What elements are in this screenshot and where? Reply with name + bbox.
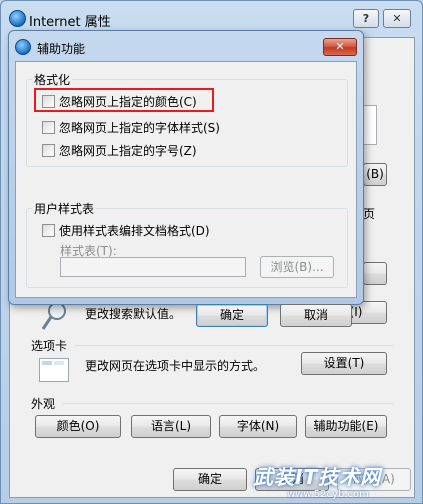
tabs-settings-button[interactable]: 设置(T) (301, 352, 387, 375)
dialog-ie-icon (15, 39, 31, 55)
appearance-section-label: 外观 (31, 397, 56, 411)
accessibility-dialog: 辅助功能 ✕ 格式化 忽略网页上指定的颜色(C) 忽略网页上指定的字体样式(S)… (8, 30, 364, 327)
use-stylesheet-checkbox[interactable] (42, 224, 55, 237)
ignore-colors-label[interactable]: 忽略网页上指定的颜色(C) (59, 93, 197, 110)
help-button[interactable]: ? (353, 9, 379, 28)
browse-button[interactable]: 浏览(B)... (260, 256, 334, 278)
colors-button[interactable]: 颜色(O) (35, 415, 121, 438)
appearance-section-divider (63, 403, 393, 404)
fonts-button[interactable]: 字体(N) (219, 415, 297, 438)
dialog-client-area: 格式化 忽略网页上指定的颜色(C) 忽略网页上指定的字体样式(S) 忽略网页上指… (15, 61, 357, 327)
formatting-group-title: 格式化 (32, 71, 73, 88)
ignore-colors-checkbox[interactable] (42, 95, 55, 108)
use-stylesheet-label[interactable]: 使用样式表编排文档格式(D) (59, 222, 210, 239)
ignore-font-sizes-label[interactable]: 忽略网页上指定的字号(Z) (59, 142, 197, 159)
search-description: 更改搜索默认值。 (85, 307, 182, 321)
ignore-font-styles-label[interactable]: 忽略网页上指定的字体样式(S) (59, 119, 220, 136)
ignore-font-styles-option[interactable]: 忽略网页上指定的字体样式(S) (42, 119, 220, 136)
window-title: Internet 属性 (29, 15, 111, 30)
ignore-font-sizes-checkbox[interactable] (42, 144, 55, 157)
dialog-title: 辅助功能 (37, 42, 86, 56)
dialog-close-button[interactable]: ✕ (323, 38, 357, 56)
languages-button[interactable]: 语言(L) (131, 415, 211, 438)
accessibility-button[interactable]: 辅助功能(E) (305, 415, 387, 438)
dialog-cancel-button[interactable]: 取消 (280, 304, 352, 327)
tabs-section-label: 选项卡 (31, 339, 68, 353)
ignore-font-sizes-option[interactable]: 忽略网页上指定的字号(Z) (42, 142, 197, 159)
hidden-button-b[interactable]: (B) (363, 163, 387, 186)
ignore-colors-option[interactable]: 忽略网页上指定的颜色(C) (42, 93, 197, 110)
use-stylesheet-option[interactable]: 使用样式表编排文档格式(D) (42, 222, 210, 239)
dialog-ok-button[interactable]: 确定 (196, 304, 268, 327)
ignore-font-styles-checkbox[interactable] (42, 121, 55, 134)
watermark-url: www.52cyb.com (287, 489, 369, 500)
tabs-section-divider (75, 345, 393, 346)
hidden-text-fragment: 页 (363, 207, 376, 221)
ok-button[interactable]: 确定 (173, 468, 247, 491)
tabs-icon (39, 358, 69, 382)
hidden-button-2[interactable] (363, 262, 387, 285)
tabs-description: 更改网页在选项卡中显示的方式。 (85, 359, 266, 373)
home-page-textbox-scroll[interactable] (363, 105, 377, 145)
user-stylesheet-group-title: 用户样式表 (32, 200, 97, 217)
watermark-text: 武装IT技术网 (253, 465, 382, 489)
window-close-button[interactable]: ✕ (383, 9, 411, 28)
internet-explorer-icon (9, 10, 26, 27)
stylesheet-path-input[interactable] (60, 257, 246, 277)
